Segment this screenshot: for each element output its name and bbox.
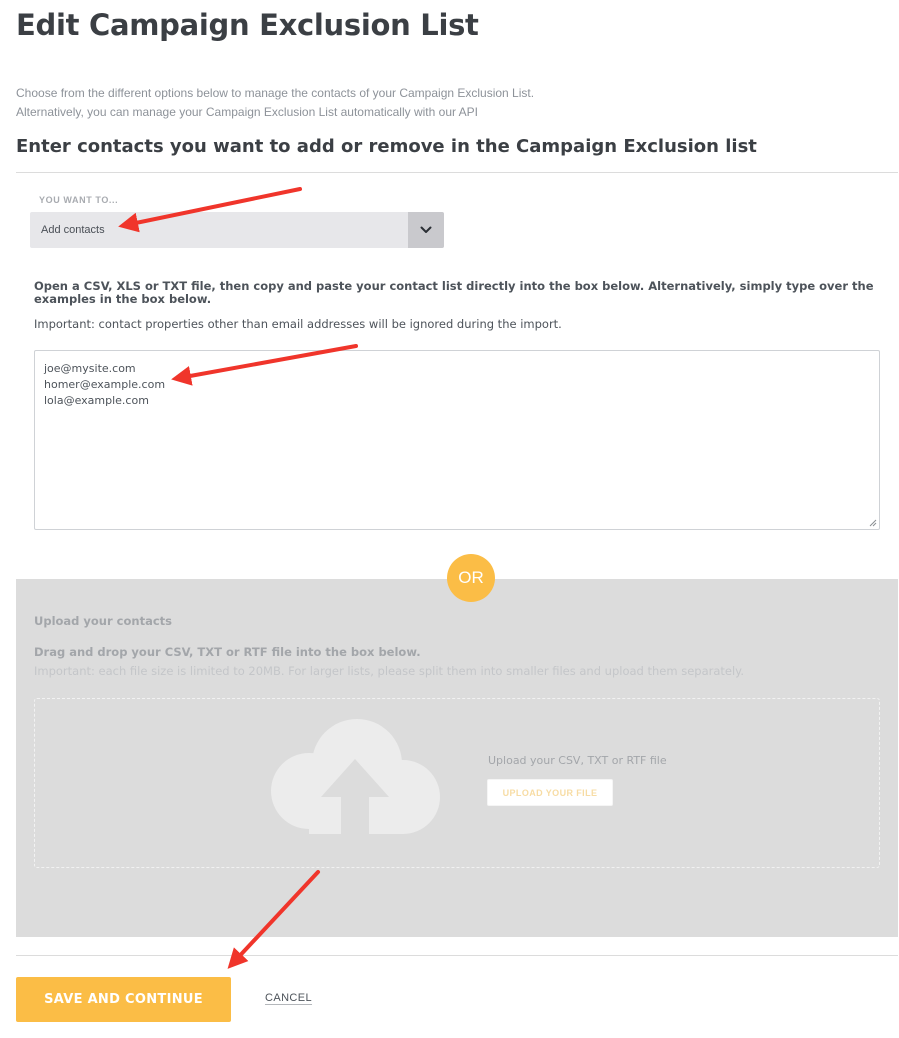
- section-divider: [16, 172, 898, 173]
- action-select-label: YOU WANT TO...: [39, 195, 119, 205]
- resize-handle-icon[interactable]: [869, 519, 877, 527]
- select-toggle-button[interactable]: [408, 212, 444, 248]
- save-and-continue-button[interactable]: SAVE AND CONTINUE: [16, 977, 231, 1022]
- file-dropzone[interactable]: Upload your CSV, TXT or RTF file UPLOAD …: [34, 698, 880, 868]
- upload-drag-text: Drag and drop your CSV, TXT or RTF file …: [34, 645, 421, 659]
- contacts-textarea[interactable]: joe@mysite.com homer@example.com lola@ex…: [34, 350, 880, 530]
- paste-important-note: Important: contact properties other than…: [34, 317, 562, 331]
- dropzone-text: Upload your CSV, TXT or RTF file: [488, 754, 667, 767]
- cancel-link[interactable]: CANCEL: [265, 992, 312, 1004]
- action-select-value: Add contacts: [41, 224, 105, 236]
- intro-line: Alternatively, you can manage your Campa…: [16, 105, 479, 119]
- paste-instructions: Open a CSV, XLS or TXT file, then copy a…: [34, 279, 874, 306]
- contact-line: joe@mysite.com: [44, 362, 136, 375]
- intro-text: Choose from the different options below …: [16, 84, 534, 122]
- chevron-down-icon: [420, 226, 432, 233]
- contact-line: lola@example.com: [44, 394, 149, 407]
- intro-line: Choose from the different options below …: [16, 86, 535, 100]
- upload-panel: Upload your contacts Drag and drop your …: [16, 579, 898, 937]
- or-separator-badge: OR: [447, 554, 495, 602]
- page-title: Edit Campaign Exclusion List: [16, 8, 479, 42]
- upload-file-button[interactable]: UPLOAD YOUR FILE: [487, 779, 613, 806]
- upload-title: Upload your contacts: [34, 614, 172, 628]
- upload-size-note: Important: each file size is limited to …: [34, 664, 745, 678]
- action-select[interactable]: Add contacts: [30, 212, 444, 248]
- contact-line: homer@example.com: [44, 378, 166, 391]
- cloud-upload-icon: [271, 719, 440, 834]
- footer-divider: [16, 955, 898, 956]
- section-heading: Enter contacts you want to add or remove…: [16, 136, 757, 157]
